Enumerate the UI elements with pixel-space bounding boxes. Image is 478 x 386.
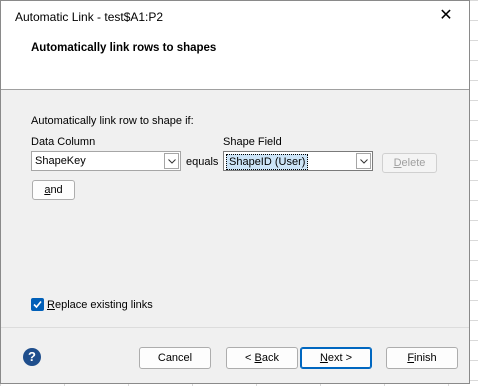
title-bar: Automatic Link - test$A1:P2 ✕ xyxy=(1,1,469,31)
shape-field-select[interactable]: ShapeID (User) xyxy=(223,151,373,171)
chevron-down-icon[interactable] xyxy=(164,153,179,169)
back-accel: B xyxy=(254,352,262,364)
replace-existing-label[interactable]: Replace existing links xyxy=(47,299,153,311)
footer-divider xyxy=(1,327,469,328)
next-label: ext > xyxy=(327,352,353,364)
help-icon[interactable]: ? xyxy=(23,348,41,366)
data-column-select[interactable]: ShapeKey xyxy=(31,151,181,171)
shape-field-label: Shape Field xyxy=(223,136,282,148)
next-button[interactable]: Next > xyxy=(300,347,372,369)
next-accel: N xyxy=(319,352,328,364)
cancel-button[interactable]: Cancel xyxy=(139,347,211,369)
delete-label: elete xyxy=(401,157,426,169)
wizard-header: Automatically link rows to shapes xyxy=(1,31,469,90)
finish-label: inish xyxy=(414,352,437,364)
close-icon[interactable]: ✕ xyxy=(423,1,469,31)
window-title: Automatic Link - test$A1:P2 xyxy=(15,10,164,24)
replace-text: eplace existing links xyxy=(54,299,153,311)
page-title: Automatically link rows to shapes xyxy=(31,42,217,54)
automatic-link-dialog: Automatic Link - test$A1:P2 ✕ Automatica… xyxy=(0,0,470,384)
back-button[interactable]: < Back xyxy=(226,347,298,369)
back-label: ack xyxy=(261,352,279,364)
and-label: nd xyxy=(50,184,63,196)
back-prefix: < xyxy=(245,352,255,364)
finish-button[interactable]: Finish xyxy=(386,347,458,369)
shape-field-value: ShapeID (User) xyxy=(226,154,309,170)
data-column-label: Data Column xyxy=(31,136,96,148)
delete-accel: D xyxy=(393,157,402,169)
checkmark-icon xyxy=(33,300,42,309)
chevron-down-icon[interactable] xyxy=(356,153,371,169)
data-column-value: ShapeKey xyxy=(35,155,86,167)
replace-accel: R xyxy=(47,299,55,311)
delete-button[interactable]: Delete xyxy=(382,153,437,173)
intro-label: Automatically link row to shape if: xyxy=(31,115,194,127)
replace-existing-checkbox[interactable] xyxy=(31,298,44,311)
and-button[interactable]: and xyxy=(32,180,75,200)
equals-label: equals xyxy=(186,156,219,168)
